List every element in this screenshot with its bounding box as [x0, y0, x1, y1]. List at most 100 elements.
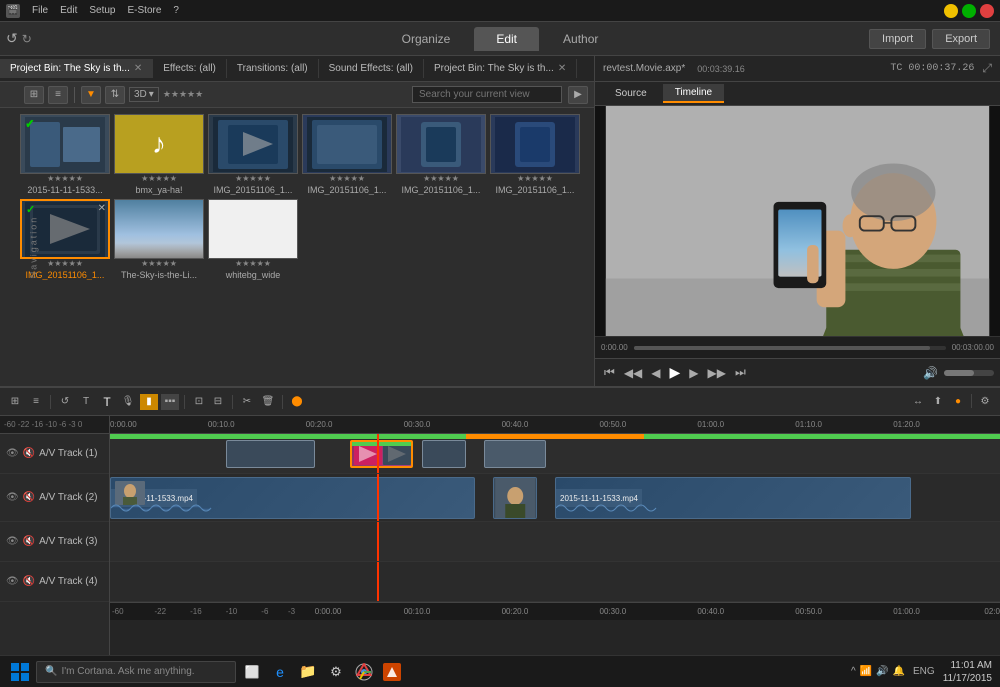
export-button[interactable]: Export: [932, 29, 990, 49]
menu-estore[interactable]: E-Store: [124, 4, 166, 17]
undo-button[interactable]: ↺: [6, 30, 18, 47]
preview-expand-icon[interactable]: ⤢: [982, 61, 992, 76]
import-media-button[interactable]: ▼: [81, 86, 101, 104]
network-icon[interactable]: 📶: [860, 666, 872, 677]
list-item[interactable]: ★★★★★ IMG_20151106_1...: [208, 114, 298, 195]
tab-author[interactable]: Author: [541, 27, 620, 51]
tl-color-btn[interactable]: ▮: [140, 394, 158, 410]
list-item[interactable]: ✓ ✕ ★★★★★ IMG_20151106_1...: [20, 199, 110, 280]
tl-list-btn[interactable]: ≡: [27, 394, 45, 410]
timeline-clip[interactable]: [484, 440, 546, 468]
sort-button[interactable]: ⇅: [105, 86, 125, 104]
tl-undo-btn[interactable]: ↺: [56, 394, 74, 410]
back-frame-button[interactable]: ◀: [648, 366, 663, 380]
tab-close-1[interactable]: ✕: [134, 63, 142, 74]
list-item[interactable]: ✓ ★★★★★ 2015-11-11-1533...: [20, 114, 110, 195]
tl-orange-btn[interactable]: ⬤: [288, 394, 306, 410]
tl-zoom-btn[interactable]: ↔: [909, 394, 927, 410]
edge-browser-icon[interactable]: e: [268, 661, 292, 683]
pinnacle-taskbar-icon[interactable]: [380, 661, 404, 683]
list-item[interactable]: ★★★★★ IMG_20151106_1...: [302, 114, 392, 195]
tl-size-btn-1[interactable]: ⊡: [190, 394, 208, 410]
menu-setup[interactable]: Setup: [85, 4, 119, 17]
maximize-button[interactable]: [962, 4, 976, 18]
tab-project-bin-1[interactable]: Project Bin: The Sky is th... ✕: [0, 59, 153, 78]
close-button[interactable]: [980, 4, 994, 18]
tl-orange2-btn[interactable]: ●: [949, 394, 967, 410]
preview-video-area: [595, 106, 1000, 336]
tl-split-btn[interactable]: ✂: [238, 394, 256, 410]
next-button[interactable]: ⏭: [732, 365, 749, 380]
list-item[interactable]: ★★★★★ IMG_20151106_1...: [396, 114, 486, 195]
tab-sound-effects[interactable]: Sound Effects: (all): [319, 59, 424, 78]
redo-button[interactable]: ↻: [22, 32, 32, 46]
prev-button[interactable]: ⏮: [601, 365, 618, 380]
fwd-frame-button[interactable]: ▶: [686, 366, 701, 380]
timeline-clip[interactable]: [226, 440, 315, 468]
timeline-clip[interactable]: [422, 440, 467, 468]
taskview-button[interactable]: ⬜: [240, 661, 264, 683]
step-back-button[interactable]: ◀◀: [621, 366, 645, 380]
minimize-button[interactable]: [944, 4, 958, 18]
play-button[interactable]: ▶: [667, 364, 684, 381]
playhead[interactable]: [377, 434, 379, 473]
tab-project-bin-2[interactable]: Project Bin: The Sky is th... ✕: [424, 59, 577, 78]
tl-text-btn[interactable]: T: [98, 394, 116, 410]
timeline-clip-selected[interactable]: [350, 440, 412, 468]
start-button[interactable]: [8, 660, 32, 684]
volume-slider[interactable]: [944, 370, 994, 376]
track-lock-3[interactable]: 🔇: [23, 536, 35, 547]
menu-edit[interactable]: Edit: [56, 4, 81, 17]
preview-scrubbar[interactable]: [634, 346, 946, 350]
view-list-button[interactable]: ≡: [48, 86, 68, 104]
search-input[interactable]: [412, 86, 562, 103]
tl-delete-btn[interactable]: 🗑: [259, 394, 277, 410]
import-button[interactable]: Import: [869, 29, 926, 49]
list-item[interactable]: ★★★★★ IMG_20151106_1...: [490, 114, 580, 195]
track-eye-4[interactable]: 👁: [6, 576, 19, 587]
timeline-clip-audio-2[interactable]: 2015-11-11-1533.mp4: [555, 477, 911, 519]
scroll-right-button[interactable]: ▶: [568, 86, 588, 104]
chrome-icon[interactable]: [352, 661, 376, 683]
list-item[interactable]: ★★★★★ whitebg_wide: [208, 199, 298, 280]
tl-collapse-btn[interactable]: ⬆: [929, 394, 947, 410]
track-lock-4[interactable]: 🔇: [23, 576, 35, 587]
list-item[interactable]: ★★★★★ The-Sky-is-the-Li...: [114, 199, 204, 280]
track-lock-1[interactable]: 🔇: [23, 448, 35, 459]
step-fwd-button[interactable]: ▶▶: [705, 366, 729, 380]
tl-mic-btn[interactable]: 🎙: [119, 394, 137, 410]
track-eye-2[interactable]: 👁: [6, 492, 19, 503]
tab-timeline[interactable]: Timeline: [663, 84, 724, 103]
settings-icon[interactable]: ⚙: [324, 661, 348, 683]
tl-magnet-btn[interactable]: T: [77, 394, 95, 410]
track-eye-3[interactable]: 👁: [6, 536, 19, 547]
view-grid-button[interactable]: ⊞: [24, 86, 44, 104]
cortana-search[interactable]: 🔍 I'm Cortana. Ask me anything.: [36, 661, 236, 683]
volume-tray-icon[interactable]: 🔊: [876, 666, 888, 677]
volume-icon[interactable]: 🔊: [920, 366, 941, 380]
tab-transitions[interactable]: Transitions: (all): [227, 59, 319, 78]
track-lock-2[interactable]: 🔇: [23, 492, 35, 503]
timeline-labels: -60 -22 -16 -10 -6 -3 0 👁 🔇 A/V Track (1…: [0, 416, 110, 655]
preview-scene: [595, 106, 1000, 336]
menu-help[interactable]: ?: [169, 4, 183, 17]
notification-icon[interactable]: 🔔: [893, 666, 905, 677]
tl-size-btn-2[interactable]: ⊟: [209, 394, 227, 410]
tab-close-2[interactable]: ✕: [558, 63, 566, 74]
tl-settings-btn[interactable]: ⚙: [976, 394, 994, 410]
3d-dropdown[interactable]: 3D ▾: [129, 87, 159, 102]
tl-more-btn[interactable]: ▪▪▪: [161, 394, 179, 410]
file-explorer-icon[interactable]: 📁: [296, 661, 320, 683]
tab-source[interactable]: Source: [603, 85, 659, 102]
timeline-clip-audio-1[interactable]: 2015-11-11-1533.mp4: [110, 477, 475, 519]
tab-effects[interactable]: Effects: (all): [153, 59, 227, 78]
list-item[interactable]: ♪ ★★★★★ bmx_ya-ha!: [114, 114, 204, 195]
tab-edit[interactable]: Edit: [474, 27, 539, 51]
tl-grid-btn[interactable]: ⊞: [6, 394, 24, 410]
track-label-4: 👁 🔇 A/V Track (4): [0, 562, 109, 602]
menu-file[interactable]: File: [28, 4, 52, 17]
track-eye-1[interactable]: 👁: [6, 448, 19, 459]
tl-sep-3: [232, 395, 233, 409]
tab-organize[interactable]: Organize: [380, 27, 473, 51]
timeline-clip-person[interactable]: [493, 477, 538, 519]
